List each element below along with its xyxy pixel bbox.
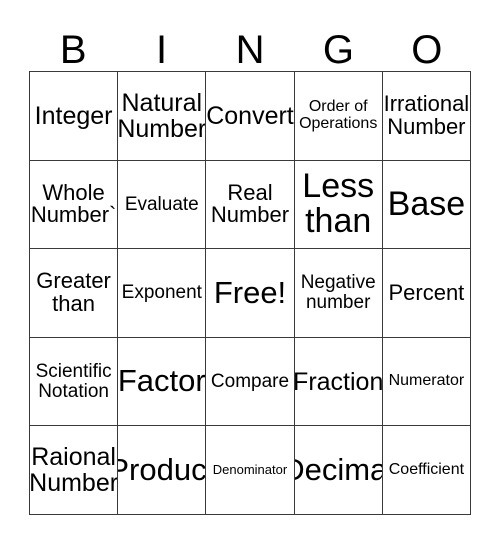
bingo-cell-r2c5[interactable]: Base: [382, 160, 471, 250]
bingo-cell-label: Percent: [388, 279, 465, 305]
bingo-cell-r5c5[interactable]: Coefficient: [382, 426, 471, 515]
bingo-cell-label: Evaluate: [124, 193, 199, 215]
bingo-cell-label: Integer: [34, 101, 113, 130]
bingo-cell-r5c2[interactable]: Product: [118, 426, 207, 515]
bingo-cell-label: Coefficient: [388, 460, 465, 478]
bingo-cell-r3c5[interactable]: Percent: [382, 249, 471, 338]
bingo-cell-r4c4[interactable]: Fraction: [294, 337, 383, 427]
bingo-cell-r5c1[interactable]: Raional Number: [30, 426, 119, 515]
bingo-cell-r3c1[interactable]: Greater than: [30, 249, 119, 338]
bingo-card: B I N G O Integer Natural Number Convert…: [0, 0, 500, 544]
bingo-cell-label: Greater than: [36, 268, 111, 316]
bingo-cell-label: Convert: [206, 101, 294, 130]
bingo-cell-label: Real Number: [210, 179, 290, 228]
bingo-cell-label: Order of Operations: [299, 98, 378, 132]
bingo-cell-label: Scientific Notation: [35, 360, 112, 402]
bingo-cell-label: Raional Number: [30, 443, 119, 498]
header-letter-b: B: [59, 28, 87, 72]
bingo-cell-r5c3[interactable]: Denominator: [206, 426, 295, 515]
bingo-cell-label: Factor: [118, 363, 206, 399]
bingo-cell-r3c4[interactable]: Negative number: [294, 249, 383, 338]
bingo-header: B I N G O: [29, 14, 471, 70]
bingo-cell-label: Product: [118, 452, 207, 488]
bingo-cell-label: Whole Number`: [30, 179, 117, 228]
bingo-cell-label: Free!: [213, 274, 287, 310]
bingo-cell-r1c1[interactable]: Integer: [30, 72, 119, 161]
bingo-cell-r2c2[interactable]: Evaluate: [118, 160, 207, 250]
bingo-cell-label: Denominator: [212, 462, 288, 478]
bingo-cell-label: Numerator: [388, 372, 465, 390]
bingo-cell-label: Irrational Number: [383, 90, 470, 139]
bingo-cell-r4c3[interactable]: Compare: [206, 337, 295, 427]
bingo-cell-r1c5[interactable]: Irrational Number: [382, 72, 471, 161]
bingo-cell-r1c4[interactable]: Order of Operations: [294, 72, 383, 161]
header-letter-n: N: [235, 28, 265, 72]
bingo-cell-r4c2[interactable]: Factor: [118, 337, 207, 427]
bingo-cell-label: Exponent: [121, 282, 202, 304]
bingo-cell-label: Compare: [210, 370, 290, 392]
bingo-cell-label: Natural Number: [118, 88, 207, 143]
bingo-cell-free-space[interactable]: Free!: [206, 249, 295, 338]
bingo-cell-r3c2[interactable]: Exponent: [118, 249, 207, 338]
bingo-cell-r2c4[interactable]: Less than: [294, 160, 383, 250]
bingo-cell-label: Negative number: [300, 272, 376, 313]
bingo-cell-r4c5[interactable]: Numerator: [382, 337, 471, 427]
bingo-cell-label: Base: [387, 184, 466, 223]
bingo-cell-label: Less than: [302, 167, 375, 241]
header-letter-i: I: [156, 28, 168, 72]
bingo-cell-r4c1[interactable]: Scientific Notation: [30, 337, 119, 427]
bingo-cell-r1c2[interactable]: Natural Number: [118, 72, 207, 161]
bingo-cell-r1c3[interactable]: Convert: [206, 72, 295, 161]
bingo-cell-r2c1[interactable]: Whole Number`: [30, 160, 119, 250]
bingo-cell-label: Decimal: [295, 452, 382, 488]
bingo-cell-r2c3[interactable]: Real Number: [206, 160, 295, 250]
bingo-cell-r5c4[interactable]: Decimal: [294, 426, 383, 515]
header-letter-o: O: [411, 28, 443, 72]
header-letter-g: G: [322, 28, 354, 72]
bingo-grid: Integer Natural Number Convert Order of …: [29, 71, 471, 515]
bingo-cell-label: Fraction: [294, 367, 383, 396]
